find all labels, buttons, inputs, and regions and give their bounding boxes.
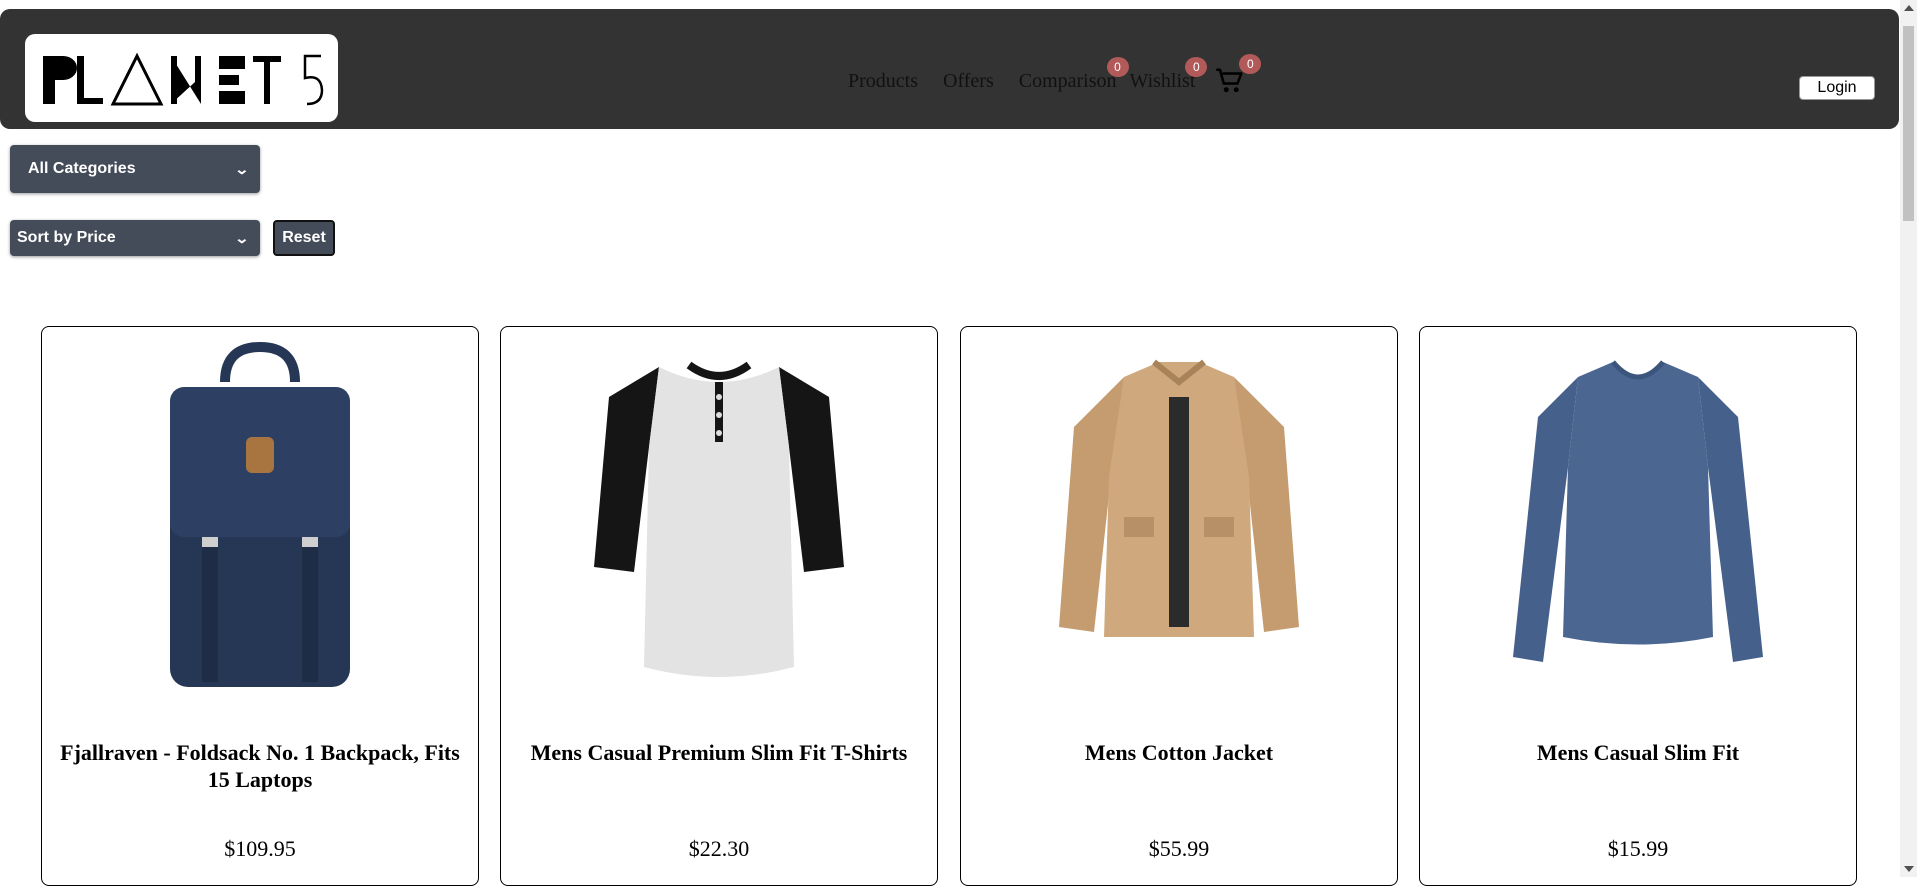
product-title: Fjallraven - Foldsack No. 1 Backpack, Fi…: [60, 740, 460, 792]
nav-offers-label: Offers: [943, 69, 994, 92]
chevron-down-icon: ⌄: [234, 160, 250, 177]
chevron-down-icon: ⌄: [234, 229, 250, 246]
reset-button[interactable]: Reset: [273, 220, 335, 256]
product-title: Mens Casual Premium Slim Fit T-Shirts: [530, 740, 908, 765]
nav-wishlist-label: Wishlist: [1129, 69, 1196, 92]
sort-select-value: Sort by Price: [17, 229, 116, 246]
login-button[interactable]: Login: [1799, 76, 1875, 100]
product-card[interactable]: Mens Casual Slim Fit: [1419, 326, 1857, 886]
wishlist-count-badge: 0: [1185, 56, 1208, 77]
product-image-longsleeve-shirt: [1420, 327, 1856, 707]
product-price: $55.99: [1148, 836, 1210, 861]
nav-wishlist[interactable]: Wishlist 0: [1129, 56, 1208, 93]
product-image-raglan-tshirt: [501, 327, 937, 707]
page-scrollbar[interactable]: [1900, 0, 1917, 877]
top-header: Products Offers Comparison 0 Wishlist 0 …: [0, 9, 1899, 129]
product-price: $22.30: [688, 836, 750, 861]
comparison-count-badge: 0: [1106, 56, 1129, 77]
scroll-up-arrow-icon[interactable]: [1904, 5, 1914, 11]
product-title: Mens Cotton Jacket: [1084, 740, 1274, 765]
category-select[interactable]: All Categories ⌄: [10, 145, 260, 193]
product-image-backpack: [42, 327, 478, 707]
nav-offers[interactable]: Offers: [943, 70, 994, 93]
planet5-logo-image: [43, 52, 324, 106]
product-price: $109.95: [224, 836, 296, 861]
product-card[interactable]: Mens Cotton Jacket: [960, 326, 1398, 886]
backpack-image: [170, 341, 350, 687]
product-card[interactable]: Fjallraven - Foldsack No. 1 Backpack, Fi…: [41, 326, 479, 886]
sort-select[interactable]: Sort by Price ⌄: [10, 220, 260, 256]
nav-comparison[interactable]: Comparison 0: [1018, 56, 1129, 93]
shirt-image: [1513, 360, 1763, 662]
product-image-jacket: [961, 327, 1397, 707]
logo[interactable]: [25, 34, 338, 122]
main-nav: Products Offers Comparison 0 Wishlist 0 …: [848, 54, 1262, 103]
product-price: $15.99: [1607, 836, 1669, 861]
nav-products-label: Products: [848, 69, 918, 92]
cart-count-badge: 0: [1239, 54, 1262, 74]
nav-comparison-label: Comparison: [1018, 69, 1117, 92]
scrollbar-thumb[interactable]: [1903, 26, 1914, 221]
category-select-value: All Categories: [28, 160, 136, 177]
product-title: Mens Casual Slim Fit: [1536, 740, 1740, 765]
product-card[interactable]: Mens Casual Premium Slim Fit T-Shirts: [500, 326, 938, 886]
nav-products[interactable]: Products: [848, 70, 918, 93]
tshirt-image: [594, 361, 844, 677]
jacket-image: [1059, 359, 1299, 637]
cart-button[interactable]: 0: [1215, 54, 1262, 96]
scroll-down-arrow-icon[interactable]: [1904, 866, 1914, 872]
